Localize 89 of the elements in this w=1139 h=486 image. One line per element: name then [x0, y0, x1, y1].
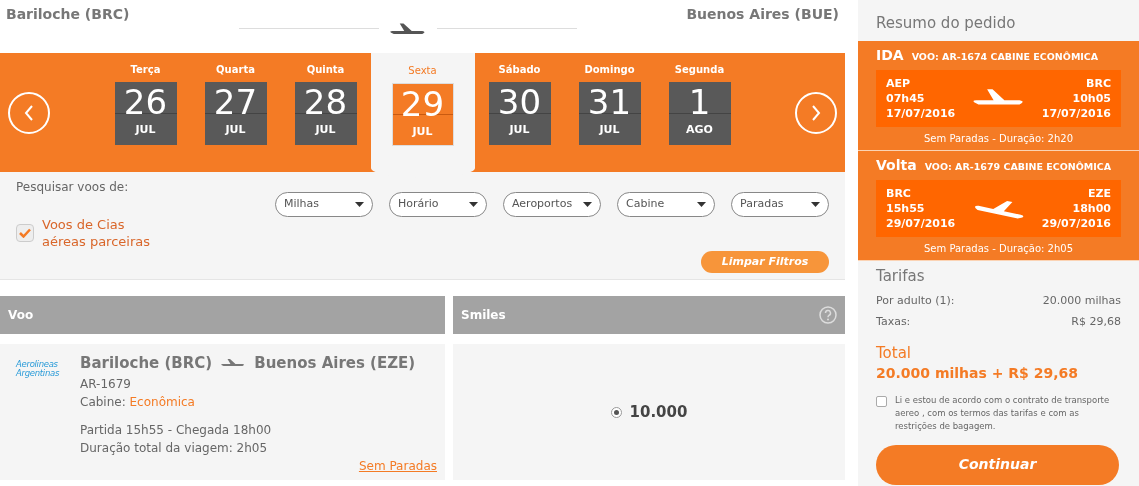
segment-info: Sem Paradas - Duração: 2h05: [923, 241, 1074, 256]
month-label: JUL: [509, 122, 530, 138]
filter-dropdown[interactable]: Milhas: [275, 192, 373, 217]
fare-value: 20.000 milhas: [1042, 293, 1121, 309]
weekday-label: Sexta: [408, 64, 437, 77]
terms-checkbox[interactable]: [876, 395, 887, 407]
departure-date: 29/07/2016: [886, 215, 956, 231]
flight-destination: Buenos Aires (EZE): [254, 353, 416, 374]
airport-code: EZE: [1087, 185, 1111, 201]
column-header: Smiles: [461, 307, 506, 324]
weekday-label: Segunda: [674, 63, 725, 76]
chevron-left-icon: [24, 104, 34, 121]
arrival-time: 18h00: [1071, 200, 1111, 216]
column-header: Voo: [0, 296, 445, 334]
departure-date: 17/07/2016: [886, 105, 956, 121]
miles-radio[interactable]: [610, 406, 622, 418]
previous-button[interactable]: [8, 91, 50, 134]
destination-city: Buenos Aires (BUE): [686, 5, 839, 24]
fare-label: Taxas:: [876, 313, 911, 330]
airplane-icon: [388, 21, 427, 37]
day-number: 29: [400, 84, 445, 124]
airplane-icon: [220, 358, 247, 369]
filter-dropdown[interactable]: Paradas: [731, 192, 829, 217]
flight-times: Partida 15h55 - Chegada 18h00: [80, 421, 273, 439]
caret-icon: [811, 202, 820, 207]
day-number: 30: [497, 82, 542, 122]
next-button[interactable]: [795, 91, 837, 134]
weekday-label: Quarta: [216, 63, 255, 76]
arrival-date: 29/07/2016: [1041, 215, 1111, 231]
caret-icon: [469, 202, 478, 207]
terms-text: Li e estou de acordo com o contrato de transporte aereo , com os termos das tarifas e com as restrições de bagagem.: [895, 393, 1111, 433]
cabin-info: Cabine: Econômica: [80, 393, 196, 411]
partner-label: Voos de Cias aéreas parceiras: [42, 216, 151, 250]
summary-title: Resumo do pedido: [875, 13, 1017, 34]
month-label: JUL: [225, 122, 246, 138]
total-amount: 20.000 milhas + R$ 29,68: [876, 363, 1079, 383]
help-icon[interactable]: [819, 306, 837, 324]
fare-label: Por adulto (1):: [876, 293, 955, 309]
date-tile[interactable]: 1 AGO: [668, 82, 731, 145]
segment-info: Sem Paradas - Duração: 2h20: [923, 131, 1074, 146]
fare-value: R$ 29,68: [1071, 313, 1121, 330]
caret-icon: [697, 202, 706, 207]
month-label: JUL: [599, 122, 620, 138]
date-tile[interactable]: 28 JUL: [294, 82, 357, 145]
weekday-label: Terça: [130, 63, 161, 76]
day-number: 31: [587, 82, 632, 122]
airport-code: BRC: [886, 185, 912, 201]
month-label: JUL: [412, 124, 433, 140]
filter-label: Pesquisar voos de:: [16, 179, 130, 196]
date-tile[interactable]: 30 JUL: [488, 82, 551, 145]
checkmark-icon: [19, 228, 31, 238]
weekday-label: Domingo: [584, 63, 635, 76]
caret-icon: [583, 202, 592, 207]
weekday-label: Quinta: [306, 63, 345, 76]
partner-checkbox[interactable]: [16, 224, 34, 242]
segment-label: IDA: [876, 45, 904, 65]
total-label: Total: [876, 343, 913, 364]
day-number: 28: [303, 82, 348, 122]
airport-code: AEP: [886, 75, 912, 91]
caret-icon: [355, 202, 364, 207]
trip-duration: Duração total da viagem: 2h05: [80, 439, 269, 457]
day-number: 26: [123, 82, 168, 122]
airport-code: BRC: [1085, 75, 1111, 91]
arrival-time: 10h05: [1071, 90, 1111, 106]
month-label: AGO: [686, 122, 713, 138]
filter-dropdown[interactable]: Cabine: [617, 192, 715, 217]
departure-time: 07h45: [886, 90, 926, 106]
date-tile[interactable]: 26 JUL: [114, 82, 177, 145]
segment-label: Volta: [876, 155, 917, 175]
fares-title: Tarifas: [876, 265, 926, 287]
day-number: 27: [213, 82, 258, 122]
filter-dropdown[interactable]: Horário: [389, 192, 487, 217]
chevron-right-icon: [811, 104, 821, 121]
weekday-label: Sábado: [498, 63, 541, 76]
arrival-date: 17/07/2016: [1041, 105, 1111, 121]
flight-number: AR-1679: [80, 375, 132, 393]
day-number: 1: [688, 82, 711, 122]
airline-logo: Aerolineas Argentinas: [16, 360, 61, 380]
flight-origin: Bariloche (BRC): [80, 353, 213, 374]
month-label: JUL: [315, 122, 336, 138]
miles-value: 10.000: [629, 401, 688, 423]
segment-flight: VOO: AR-1679 CABINE ECONÔMICA: [924, 159, 1112, 174]
origin-city: Bariloche (BRC): [6, 5, 130, 24]
month-label: JUL: [135, 122, 156, 138]
filter-dropdown[interactable]: Aeroportos: [503, 192, 601, 217]
departure-time: 15h55: [886, 200, 926, 216]
segment-flight: VOO: AR-1674 CABINE ECONÔMICA: [911, 49, 1099, 64]
date-tile[interactable]: 27 JUL: [204, 82, 267, 145]
date-tile[interactable]: 31 JUL: [578, 82, 641, 145]
